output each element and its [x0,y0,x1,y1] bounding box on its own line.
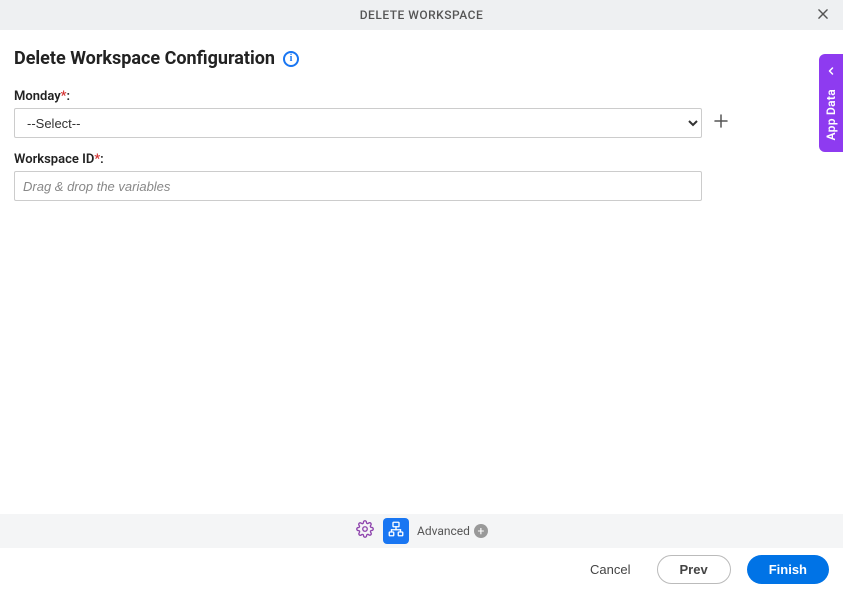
page-title: Delete Workspace Configuration [14,48,275,69]
label-colon: : [67,89,71,104]
finish-button[interactable]: Finish [747,555,829,584]
advanced-bar: Advanced + [0,514,843,548]
plus-icon [712,112,730,134]
cancel-button[interactable]: Cancel [580,556,640,583]
workspace-id-input[interactable] [14,171,702,201]
chevron-left-icon [825,62,837,81]
template-icon [387,520,405,542]
add-connection-button[interactable] [710,112,732,134]
dialog-footer: Cancel Prev Finish [0,548,843,591]
field-row-monday: --Select-- [14,108,829,138]
template-button[interactable] [383,518,409,544]
info-icon[interactable]: i [283,51,299,67]
page-title-row: Delete Workspace Configuration i [14,48,829,69]
dialog-title: DELETE WORKSPACE [360,8,484,22]
dialog-header: DELETE WORKSPACE [0,0,843,30]
advanced-label-text: Advanced [417,524,470,538]
field-label-workspace-id: Workspace ID*: [14,152,829,167]
field-monday: Monday*: --Select-- [14,89,829,138]
gear-icon [356,520,374,542]
prev-button[interactable]: Prev [657,555,731,584]
field-label-monday: Monday*: [14,89,829,104]
advanced-toggle[interactable]: Advanced + [417,524,488,538]
app-data-tab[interactable]: App Data [819,54,843,152]
field-workspace-id: Workspace ID*: [14,152,829,201]
label-text: Workspace ID [14,152,94,167]
label-text: Monday [14,89,61,104]
plus-circle-icon: + [474,524,488,538]
app-data-label: App Data [824,89,838,140]
monday-select[interactable]: --Select-- [14,108,702,138]
label-colon: : [100,152,104,167]
close-icon [816,6,830,25]
close-button[interactable] [811,3,835,27]
form-content: Delete Workspace Configuration i Monday*… [0,30,843,225]
settings-button[interactable] [355,521,375,541]
